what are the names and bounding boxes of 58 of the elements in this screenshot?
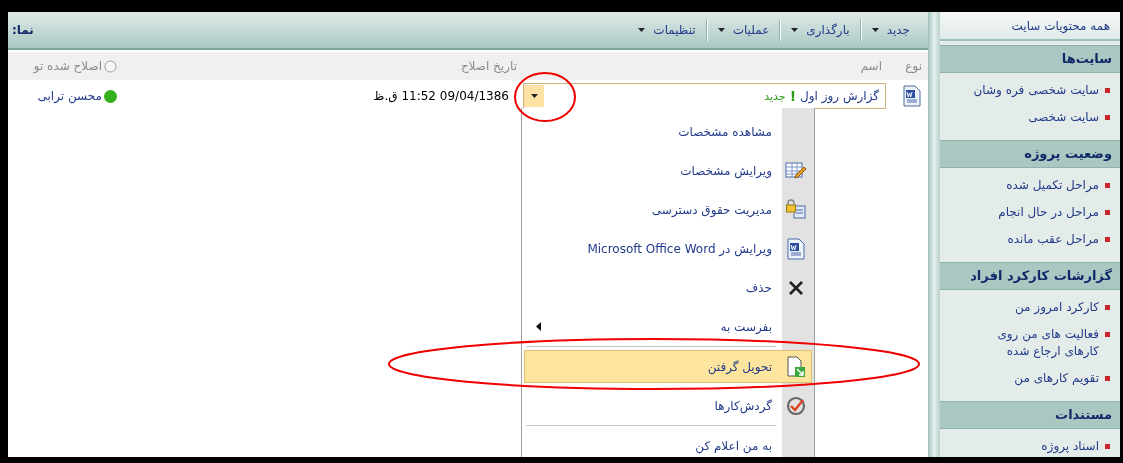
- toolbar-menu-button[interactable]: تنظیمات: [628, 18, 706, 42]
- toolbar-menu-button[interactable]: بارگذاری: [781, 18, 860, 42]
- lock-icon: [785, 198, 807, 221]
- sidebar-link[interactable]: تقویم کارهای من: [1014, 370, 1099, 387]
- view-label: نما:: [11, 23, 34, 37]
- menu-item[interactable]: حذف: [524, 271, 812, 304]
- menu-item[interactable]: ویرایش مشخصات: [524, 154, 812, 187]
- new-marker: !: [789, 88, 796, 104]
- menu-item[interactable]: تحویل گرفتن: [524, 350, 812, 383]
- bullet-icon: [1105, 444, 1110, 449]
- bullet-icon: [1105, 376, 1110, 381]
- caret-icon: [638, 28, 646, 32]
- sidebar-link[interactable]: همه محتویات سایت: [940, 12, 1120, 41]
- sidebar-section-header: گزارشات کارکرد افراد: [940, 262, 1120, 290]
- dropdown-button[interactable]: [524, 85, 544, 107]
- menu-item[interactable]: مشاهده مشخصات: [524, 115, 812, 148]
- menu-item[interactable]: مدیریت حقوق دسترسی: [524, 193, 812, 226]
- caret-icon: [717, 28, 725, 32]
- sidebar-link[interactable]: مراحل تکمیل شده: [1006, 177, 1099, 194]
- bullet-icon: [1105, 183, 1110, 188]
- bullet-icon: [1105, 237, 1110, 242]
- document-icon: [786, 237, 806, 260]
- sidebar-link[interactable]: کارکرد امروز من: [1015, 299, 1099, 316]
- user-link[interactable]: محسن ترابی: [37, 89, 102, 103]
- document-arrow-icon: [786, 355, 806, 378]
- sidebar-section-header: وضعیت پروژه: [940, 140, 1120, 168]
- sidebar-link[interactable]: فعالیت های من روی کارهای ارجاع شده: [960, 326, 1099, 360]
- sidebar-section-header: مستندات: [940, 401, 1120, 429]
- sidebar-link[interactable]: مراحل عقب مانده: [1007, 231, 1099, 248]
- sidebar-link[interactable]: مراحل در حال انجام: [998, 204, 1099, 221]
- bullet-icon: [1105, 305, 1110, 310]
- menu-item[interactable]: بفرست به: [524, 310, 812, 343]
- table-pencil-icon: [785, 160, 807, 181]
- table-cell: 09/04/1386 11:52 ق.ظ: [373, 89, 509, 103]
- triangle-icon: [536, 322, 541, 331]
- annotation-ellipse: [514, 72, 576, 122]
- sidebar-section-header: سایت‌ها: [940, 45, 1120, 73]
- bullet-icon: [1105, 332, 1110, 337]
- bullet-icon: [1105, 88, 1110, 93]
- cross-icon: [788, 279, 804, 296]
- menu-item[interactable]: به من اعلام کن: [524, 429, 812, 457]
- bullet-icon: [1105, 115, 1110, 120]
- sidebar-link[interactable]: اسناد پروژه: [1041, 438, 1099, 455]
- circle-icon: [104, 59, 117, 73]
- new-label: جدید: [764, 89, 786, 103]
- check-circle-icon: [786, 395, 806, 416]
- menu-item[interactable]: ویرایش در Microsoft Office Word: [524, 232, 812, 265]
- document-link[interactable]: گزارش روز اول: [800, 89, 879, 103]
- menu-item[interactable]: گردش‌کارها: [524, 389, 812, 422]
- caret-icon: [791, 28, 799, 32]
- caret-icon: [530, 94, 538, 98]
- document-icon: [902, 85, 922, 107]
- toolbar-menu-button[interactable]: جدید: [861, 18, 920, 42]
- sidebar-link[interactable]: سایت شخصی: [1028, 109, 1099, 126]
- bullet-icon: [1105, 210, 1110, 215]
- sidebar-link[interactable]: سایت شخصی فره وشان: [973, 82, 1099, 99]
- toolbar-menu-button[interactable]: عملیات: [707, 18, 780, 42]
- caret-icon: [871, 28, 879, 32]
